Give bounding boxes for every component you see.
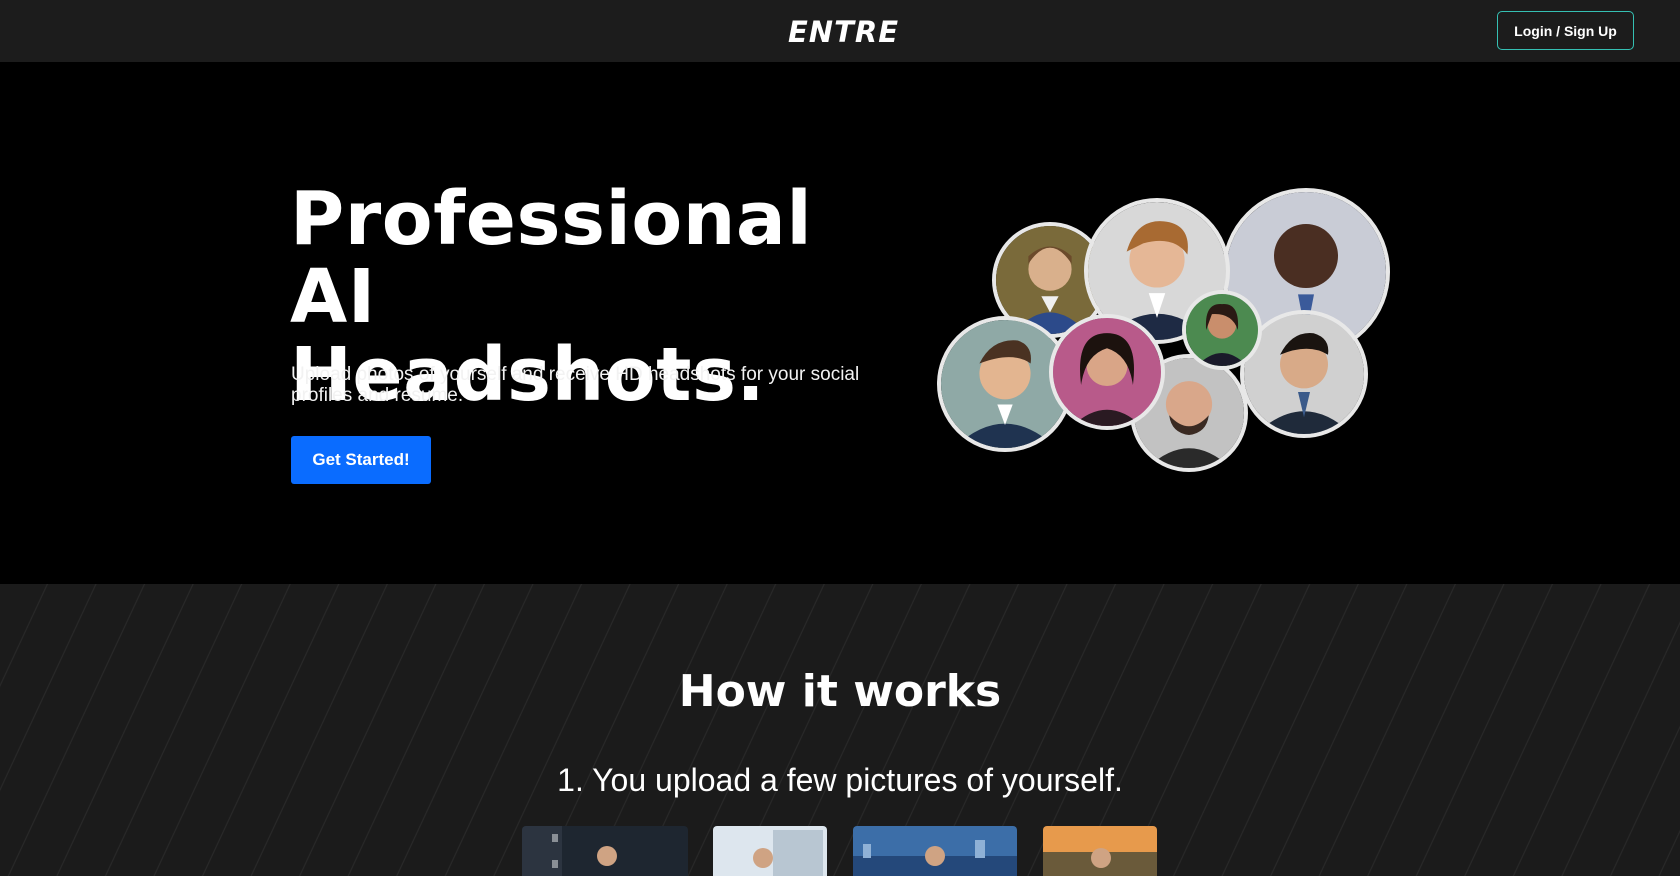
hero-subtitle: Upload photos of yourself and receive HD…	[291, 364, 860, 406]
sample-photo-image	[522, 826, 688, 876]
sample-photo	[853, 826, 1017, 876]
headshot-image	[1053, 318, 1161, 426]
step-one-text: 1. You upload a few pictures of yourself…	[557, 762, 1123, 798]
brand-logo-text: ENTRE	[788, 15, 900, 49]
hero-section: Professional AI Headshots. Upload photos…	[0, 62, 1680, 584]
brand-logo[interactable]: ENTRE	[788, 14, 899, 50]
section-title: How it works	[678, 666, 1002, 717]
sample-photo-image	[1043, 826, 1157, 876]
how-it-works-section: How it works 1. You upload a few picture…	[0, 584, 1680, 876]
headshot-image	[1186, 294, 1258, 366]
headshot-avatar	[1049, 314, 1165, 430]
headshot-image	[1244, 314, 1364, 434]
sample-photo-image	[853, 826, 1017, 876]
sample-photo	[713, 826, 827, 876]
top-nav: ENTRE Login / Sign Up	[0, 0, 1680, 62]
login-signup-button[interactable]: Login / Sign Up	[1497, 11, 1634, 50]
headshot-avatar	[1182, 290, 1262, 370]
sample-photo	[1043, 826, 1157, 876]
sample-photo	[522, 826, 688, 876]
get-started-button[interactable]: Get Started!	[291, 436, 431, 484]
sample-photo-image	[713, 826, 827, 876]
